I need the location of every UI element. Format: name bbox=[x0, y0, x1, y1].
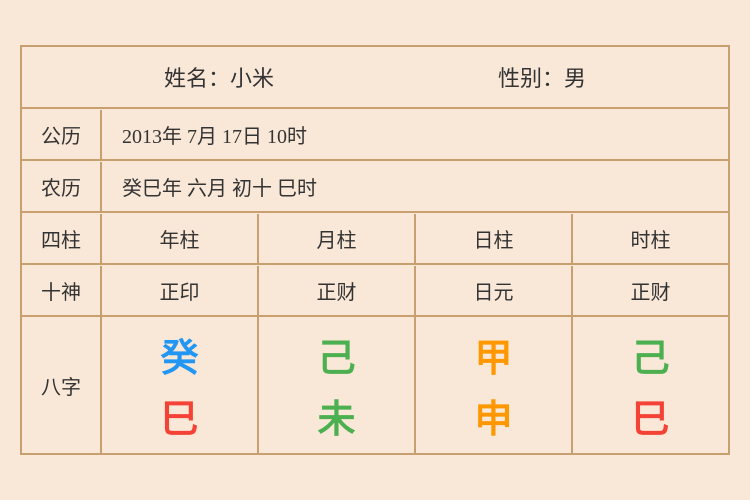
tengod-year: 正印 bbox=[102, 266, 259, 315]
four-pillars-label: 四柱 bbox=[22, 214, 102, 263]
bazhi-col-3: 己 巳 bbox=[573, 317, 728, 453]
bazhi-top-2: 甲 bbox=[474, 327, 512, 382]
bazhi-top-0: 癸 bbox=[160, 327, 198, 382]
bazhi-col-1: 己 未 bbox=[259, 317, 416, 453]
pillar-year: 年柱 bbox=[102, 214, 259, 263]
ten-gods-row: 十神 正印 正财 日元 正财 bbox=[22, 265, 728, 317]
bazhi-cells: 癸 巳 己 未 甲 申 己 巳 bbox=[102, 317, 728, 453]
bazhi-col-2: 甲 申 bbox=[416, 317, 573, 453]
gender-label: 性别：男 bbox=[498, 61, 586, 93]
bazhi-bottom-0: 巳 bbox=[160, 388, 198, 443]
bazhi-bottom-3: 巳 bbox=[631, 388, 669, 443]
ten-gods-label: 十神 bbox=[22, 266, 102, 315]
gregorian-label: 公历 bbox=[22, 110, 102, 159]
tengod-month: 正财 bbox=[259, 266, 416, 315]
pillar-month: 月柱 bbox=[259, 214, 416, 263]
header-row: 姓名：小米 性别：男 bbox=[22, 47, 728, 109]
ten-gods-cells: 正印 正财 日元 正财 bbox=[102, 266, 728, 315]
lunar-value: 癸巳年 六月 初十 巳时 bbox=[102, 162, 728, 211]
pillar-hour: 时柱 bbox=[573, 214, 728, 263]
four-pillars-cells: 年柱 月柱 日柱 时柱 bbox=[102, 214, 728, 263]
bazhi-label: 八字 bbox=[22, 317, 102, 453]
gregorian-row: 公历 2013年 7月 17日 10时 bbox=[22, 109, 728, 161]
bazhi-col-0: 癸 巳 bbox=[102, 317, 259, 453]
four-pillars-row: 四柱 年柱 月柱 日柱 时柱 bbox=[22, 213, 728, 265]
bazhi-bottom-1: 未 bbox=[317, 388, 355, 443]
bazhi-top-3: 己 bbox=[631, 327, 669, 382]
lunar-row: 农历 癸巳年 六月 初十 巳时 bbox=[22, 161, 728, 213]
bazhi-top-1: 己 bbox=[317, 327, 355, 382]
tengod-hour: 正财 bbox=[573, 266, 728, 315]
bazhi-row: 八字 癸 巳 己 未 甲 申 己 巳 bbox=[22, 317, 728, 453]
tengod-day: 日元 bbox=[416, 266, 573, 315]
name-label: 姓名：小米 bbox=[164, 61, 274, 93]
bazhi-bottom-2: 申 bbox=[474, 388, 512, 443]
main-container: 姓名：小米 性别：男 公历 2013年 7月 17日 10时 农历 癸巳年 六月… bbox=[20, 45, 730, 455]
lunar-label: 农历 bbox=[22, 162, 102, 211]
pillar-day: 日柱 bbox=[416, 214, 573, 263]
gregorian-value: 2013年 7月 17日 10时 bbox=[102, 110, 728, 159]
